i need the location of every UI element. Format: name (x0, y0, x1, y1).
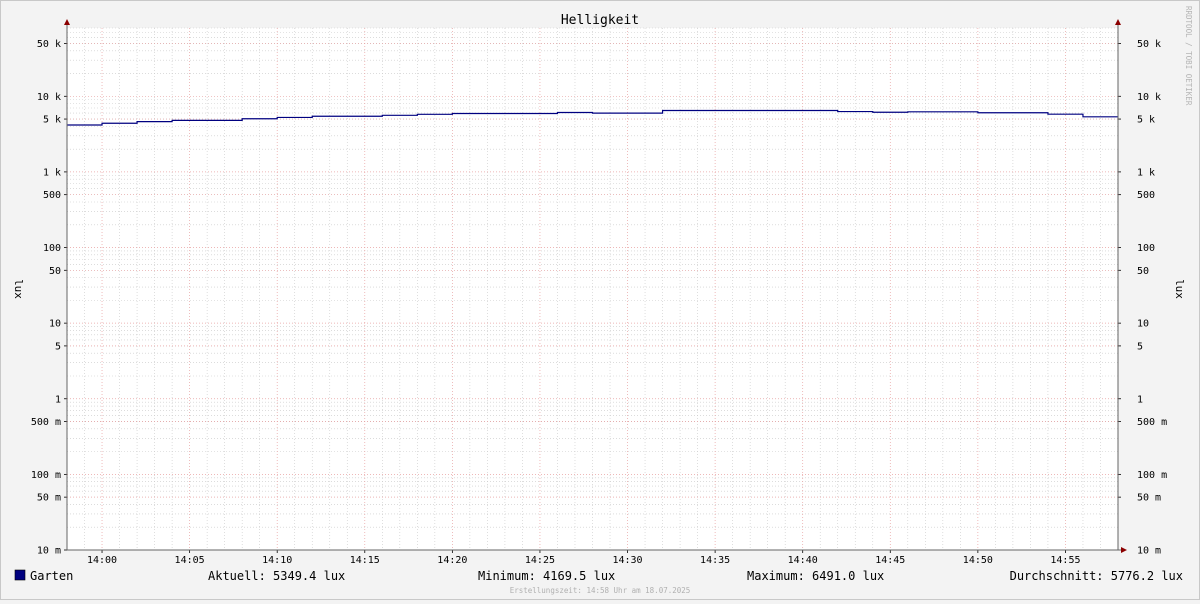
y-tick-label-right: 500 m (1137, 417, 1167, 428)
legend-minimum: Minimum: 4169.5 lux (478, 569, 615, 583)
y-tick-label-right: 100 (1137, 243, 1155, 254)
x-tick-label: 14:15 (350, 555, 380, 566)
y-tick-label-right: 100 m (1137, 470, 1167, 481)
x-axis-arrow (1121, 547, 1127, 553)
brightness-chart: Helligkeit RRDTOOL / TOBI OETIKER lux lu… (12, 6, 1193, 595)
y-tick-label-left: 1 k (43, 167, 61, 178)
x-tick-label: 14:25 (525, 555, 555, 566)
legend-average: Durchschnitt: 5776.2 lux (1010, 569, 1183, 583)
y-tick-label-left: 10 m (37, 546, 61, 557)
y-tick-label-left: 10 (49, 319, 61, 330)
y-tick-label-right: 1 (1137, 394, 1143, 405)
y-axis-arrow-left (64, 19, 70, 25)
x-tick-label: 14:40 (788, 555, 818, 566)
y-tick-label-left: 50 (49, 266, 61, 277)
x-tick-labels: 14:00 14:05 14:10 14:15 14:20 14:25 14:30 14:35… (87, 555, 1081, 566)
y-tick-label-left: 10 k (37, 92, 61, 103)
y-tick-label-left: 50 k (37, 39, 61, 50)
x-tick-label: 14:45 (875, 555, 905, 566)
footer-timestamp: Erstellungszeit: 14:58 Uhr am 18.07.2025 (510, 586, 691, 595)
x-tick-label: 14:00 (87, 555, 117, 566)
x-tick-label: 14:50 (963, 555, 993, 566)
y-axis-label-left: lux (12, 279, 25, 299)
x-tick-label: 14:35 (700, 555, 730, 566)
y-tick-label-right: 1 k (1137, 167, 1155, 178)
y-axis-label-right: lux (1173, 279, 1186, 299)
y-tick-label-left: 50 m (37, 493, 61, 504)
y-tick-label-right: 5 k (1137, 115, 1155, 126)
y-tick-label-left: 100 m (31, 470, 61, 481)
legend-maximum: Maximum: 6491.0 lux (747, 569, 884, 583)
legend-swatch-garten (14, 569, 26, 581)
x-tick-label: 14:20 (437, 555, 467, 566)
y-tick-label-right: 500 (1137, 190, 1155, 201)
y-tick-label-right: 5 (1137, 341, 1143, 352)
y-tick-label-left: 500 m (31, 417, 61, 428)
legend: Garten Aktuell: 5349.4 lux Minimum: 4169… (14, 569, 1183, 583)
legend-series-name: Garten (30, 569, 73, 583)
x-tick-label: 14:05 (175, 555, 205, 566)
y-tick-label-left: 5 (55, 341, 61, 352)
y-tick-label-left: 100 (43, 243, 61, 254)
y-axis-arrow-right (1115, 19, 1121, 25)
rrdtool-watermark: RRDTOOL / TOBI OETIKER (1184, 6, 1193, 106)
graph-frame: Helligkeit RRDTOOL / TOBI OETIKER lux lu… (0, 0, 1200, 600)
y-tick-label-left: 1 (55, 394, 61, 405)
legend-current: Aktuell: 5349.4 lux (208, 569, 345, 583)
y-tick-label-right: 50 k (1137, 39, 1161, 50)
chart-title: Helligkeit (561, 13, 639, 28)
y-tick-label-left: 500 (43, 190, 61, 201)
y-tick-label-right: 10 m (1137, 546, 1161, 557)
y-tick-label-right: 50 (1137, 266, 1149, 277)
y-tick-label-right: 10 k (1137, 92, 1161, 103)
y-tick-label-left: 5 k (43, 115, 61, 126)
x-tick-label: 14:10 (262, 555, 292, 566)
x-tick-label: 14:30 (612, 555, 642, 566)
y-tick-label-right: 50 m (1137, 493, 1161, 504)
x-tick-label: 14:55 (1050, 555, 1080, 566)
y-tick-label-right: 10 (1137, 319, 1149, 330)
